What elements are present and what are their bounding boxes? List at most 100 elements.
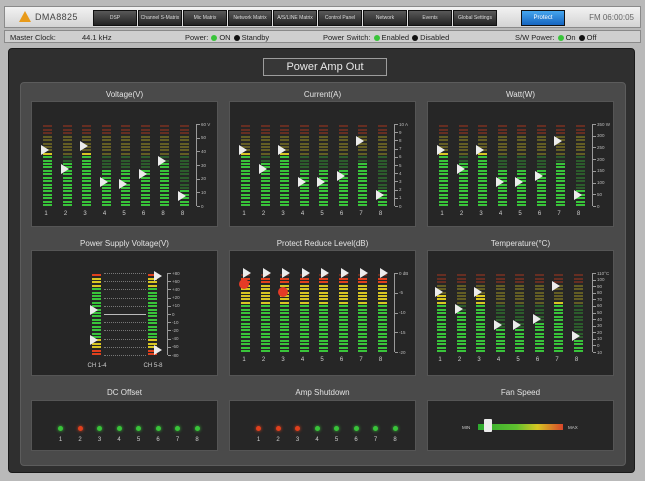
meter-segment <box>534 295 544 298</box>
meter-handle-ch-6[interactable] <box>336 170 345 181</box>
power-standby-radio-icon[interactable] <box>233 34 240 41</box>
meter-segment <box>43 163 52 165</box>
tab-network-matrix[interactable]: Network Matrix <box>228 10 272 26</box>
protect-handle-ch-7[interactable] <box>360 268 368 278</box>
tab-events[interactable]: Events <box>408 10 452 26</box>
protect-handle-ch-3[interactable] <box>282 268 290 278</box>
meter-handle-ch-7[interactable] <box>552 281 560 292</box>
meter-handle-ch-3[interactable] <box>476 145 484 156</box>
meter-handle-ch-4[interactable] <box>495 177 504 188</box>
tab-mic-matrix[interactable]: Mic Matrix <box>183 10 227 26</box>
tab-network[interactable]: Network <box>363 10 407 26</box>
meter-handle-ch-3[interactable] <box>278 145 286 156</box>
meter-handle-ch-8[interactable] <box>375 189 384 200</box>
meter-handle-ch-2[interactable] <box>258 164 267 175</box>
meter-handle-ch-2[interactable] <box>60 164 69 175</box>
meter-segment <box>478 176 487 179</box>
meter-segment <box>437 274 446 277</box>
meter-handle-ch-8[interactable] <box>571 331 580 342</box>
meter-segment <box>92 315 101 318</box>
meter-segment <box>299 350 309 352</box>
tab-control-panel[interactable]: Control Panel <box>318 10 362 26</box>
meter-handle-ch-3[interactable] <box>80 141 88 152</box>
meter-handle-ch-8[interactable] <box>573 189 582 200</box>
sw-power-on-radio-icon[interactable] <box>557 34 564 41</box>
meter-segment <box>478 139 487 142</box>
channel-label: 6 <box>141 211 146 217</box>
meter-handle-ch-1[interactable] <box>437 145 445 156</box>
meter-segment <box>319 166 328 169</box>
scale-label: 20 <box>597 329 603 335</box>
tab-global-settings[interactable]: Global Settings <box>453 10 497 26</box>
scale-tick <box>593 124 596 125</box>
meter-segment <box>495 350 505 352</box>
meter-handle-ch-4[interactable] <box>297 177 306 188</box>
power-switch-enabled-radio-icon[interactable] <box>373 34 380 41</box>
meter-handle-ch-6[interactable] <box>138 169 147 180</box>
meter-handle-ch-7[interactable] <box>554 136 562 147</box>
meter-handle-ch-7[interactable] <box>356 136 364 147</box>
protect-handle-ch-5[interactable] <box>321 268 329 278</box>
dc-offset-title: DC Offset <box>107 388 142 397</box>
meter-handle-ch-5[interactable] <box>317 177 325 188</box>
meter-segment <box>43 166 52 169</box>
meter-handle-ch-1[interactable] <box>239 145 247 156</box>
meter-segment <box>260 298 270 301</box>
power-switch-disabled-radio-icon[interactable] <box>412 34 419 41</box>
supply-handle-1[interactable] <box>90 304 98 315</box>
meter-segment <box>62 204 72 206</box>
meter-segment <box>377 200 387 203</box>
meter-handle-ch-7[interactable] <box>158 155 166 166</box>
meter-segment <box>82 200 91 203</box>
meter-handle-ch-2[interactable] <box>456 164 465 175</box>
fan-speed-slider-handle[interactable] <box>484 419 493 432</box>
sw-power-off-radio-icon[interactable] <box>578 34 585 41</box>
meter-handle-ch-5[interactable] <box>515 177 523 188</box>
scale-label: 10 <box>597 336 603 342</box>
supply-guide-line <box>104 289 146 291</box>
protect-handle-ch-4[interactable] <box>301 268 310 278</box>
meter-segment <box>82 125 91 128</box>
meter-handle-ch-4[interactable] <box>99 177 108 188</box>
meter-handle-ch-6[interactable] <box>532 313 541 324</box>
meter-segment <box>497 125 507 128</box>
supply-handle-4[interactable] <box>154 345 162 356</box>
protect-handle-ch-8[interactable] <box>379 268 388 278</box>
meter-handle-ch-1[interactable] <box>41 145 49 156</box>
tab-protect[interactable]: Protect <box>521 10 565 26</box>
meter-segment <box>358 152 367 155</box>
power-on-radio-icon[interactable] <box>211 34 218 41</box>
protect-handle-ch-1[interactable] <box>243 268 251 278</box>
meter-handle-ch-8[interactable] <box>177 191 186 202</box>
meter-segment <box>299 204 309 206</box>
scale-tick <box>395 312 398 314</box>
channel-label: 2 <box>276 437 280 443</box>
tab-a-s-line-matrix[interactable]: A/S/LINE Matrix <box>273 10 317 26</box>
meter-segment <box>456 332 466 335</box>
supply-handle-2[interactable] <box>90 335 98 346</box>
channel-label: 2 <box>457 357 462 363</box>
meter-segment <box>179 176 189 179</box>
channel-label: 2 <box>261 211 266 217</box>
meter-segment <box>556 190 565 193</box>
meter-handle-ch-4[interactable] <box>493 320 502 331</box>
meter-segment <box>319 173 328 176</box>
meter-segment <box>92 353 101 355</box>
meter-ch-4 <box>101 124 111 206</box>
protect-handle-ch-2[interactable] <box>262 268 271 278</box>
meter-segment <box>495 277 505 280</box>
meter-segment <box>62 149 72 152</box>
supply-handle-3[interactable] <box>154 271 162 282</box>
meter-handle-ch-5[interactable] <box>513 320 521 331</box>
meter-handle-ch-1[interactable] <box>435 286 443 297</box>
protect-handle-ch-6[interactable] <box>340 268 349 278</box>
channel-label: 6 <box>354 437 358 443</box>
scale-label: 300 <box>597 133 605 139</box>
tab-dsp[interactable]: DSP <box>93 10 137 26</box>
meter-handle-ch-5[interactable] <box>119 178 127 189</box>
scale-tick <box>197 151 200 153</box>
meter-handle-ch-6[interactable] <box>534 170 543 181</box>
tab-channel-s-matrix[interactable]: Channel S-Matrix <box>138 10 182 26</box>
meter-handle-ch-3[interactable] <box>474 286 482 297</box>
meter-handle-ch-2[interactable] <box>454 303 463 314</box>
